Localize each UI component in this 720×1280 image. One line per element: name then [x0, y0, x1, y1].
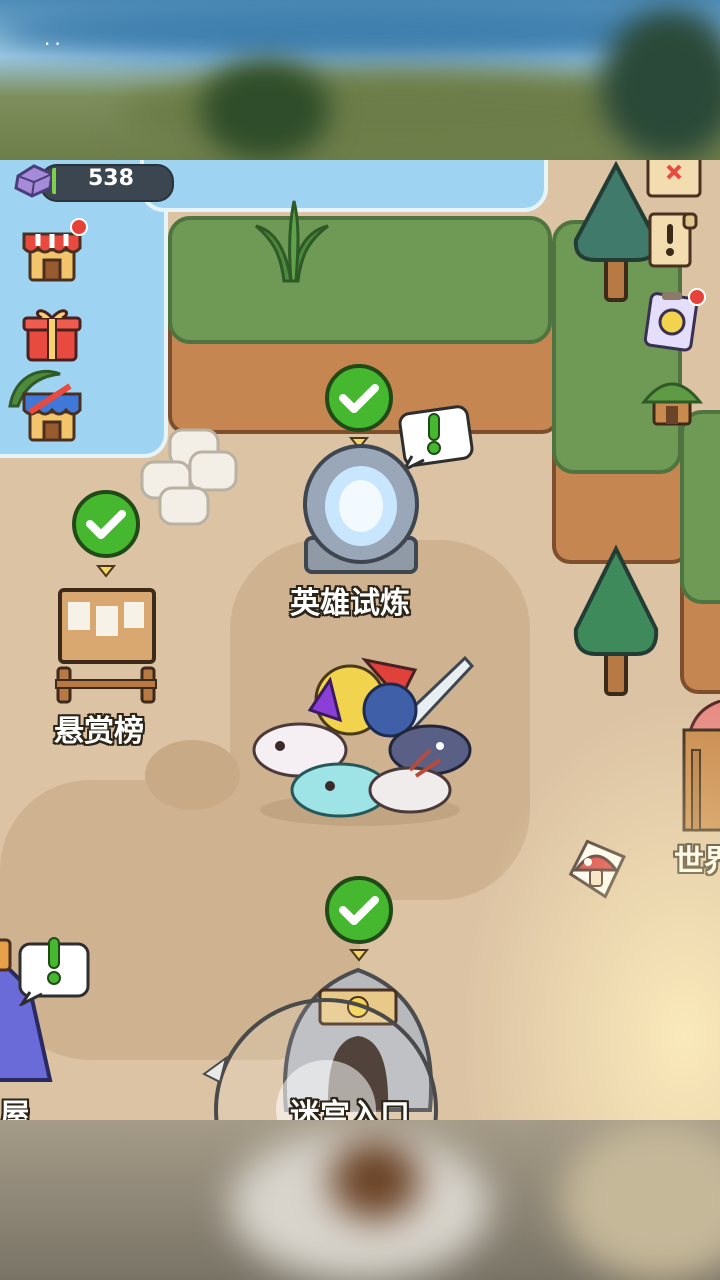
hero-trial-portal[interactable]: [296, 442, 426, 578]
map-icon: [646, 160, 702, 198]
complete-check-icon: [70, 488, 142, 578]
notification-dot: [688, 288, 706, 306]
status-indicator: ..: [44, 26, 65, 50]
blurred-bottom-bar: [0, 1120, 720, 1280]
notification-dot: [70, 218, 88, 236]
light-glow: [460, 700, 720, 1120]
game-map[interactable]: 538 英雄试炼 悬赏榜 迷宫入口 屋: [0, 160, 720, 1120]
house-label[interactable]: 屋: [0, 1090, 30, 1120]
hero-party[interactable]: [240, 650, 480, 830]
special-shop-button[interactable]: [20, 382, 84, 446]
gem-count: 538: [88, 166, 134, 191]
gift-button[interactable]: [20, 302, 84, 366]
quest-scroll-icon: [648, 212, 698, 268]
grass-plateau: [680, 410, 720, 604]
water-pool: [140, 160, 548, 212]
hut-icon: [640, 382, 704, 426]
hut-button[interactable]: [640, 368, 704, 432]
bounty-board[interactable]: [52, 584, 160, 704]
dirt-patch: [145, 740, 240, 810]
special-shop-icon: [22, 383, 82, 442]
gem-icon: [14, 164, 56, 198]
grass-plateau: [168, 216, 552, 344]
map-button[interactable]: [642, 160, 706, 204]
complete-check-icon: [323, 874, 395, 962]
quest-scroll-button[interactable]: [640, 208, 704, 272]
shop-button[interactable]: [20, 218, 88, 286]
rock-pile: [140, 428, 238, 526]
hero-trial-label[interactable]: 英雄试炼: [290, 578, 410, 622]
pine-tree: [573, 544, 659, 696]
fern-plant: [255, 200, 329, 283]
pet-card-button[interactable]: [640, 288, 706, 352]
complete-check-icon: [323, 362, 395, 450]
alert-bubble-icon[interactable]: [14, 934, 94, 1006]
bounty-board-label[interactable]: 悬赏榜: [54, 706, 144, 750]
blurred-top-bar: ..: [0, 0, 720, 160]
maze-entrance-label[interactable]: 迷宫入口: [290, 1090, 410, 1120]
gift-icon: [22, 309, 82, 362]
